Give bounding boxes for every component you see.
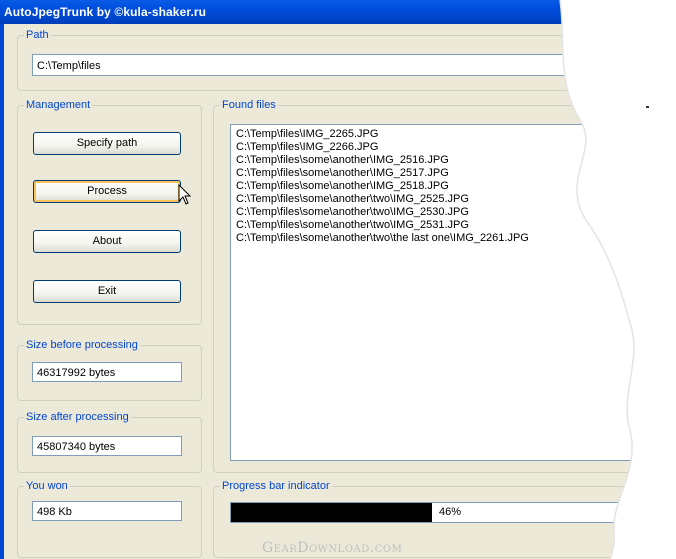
mouse-cursor-icon (178, 184, 192, 205)
torn-edge-overlay (559, 0, 676, 559)
watermark-text: GearDownload.com (262, 540, 403, 556)
app-window: AutoJpegTrunk by ©kula-shaker.ru Path C:… (0, 0, 676, 559)
